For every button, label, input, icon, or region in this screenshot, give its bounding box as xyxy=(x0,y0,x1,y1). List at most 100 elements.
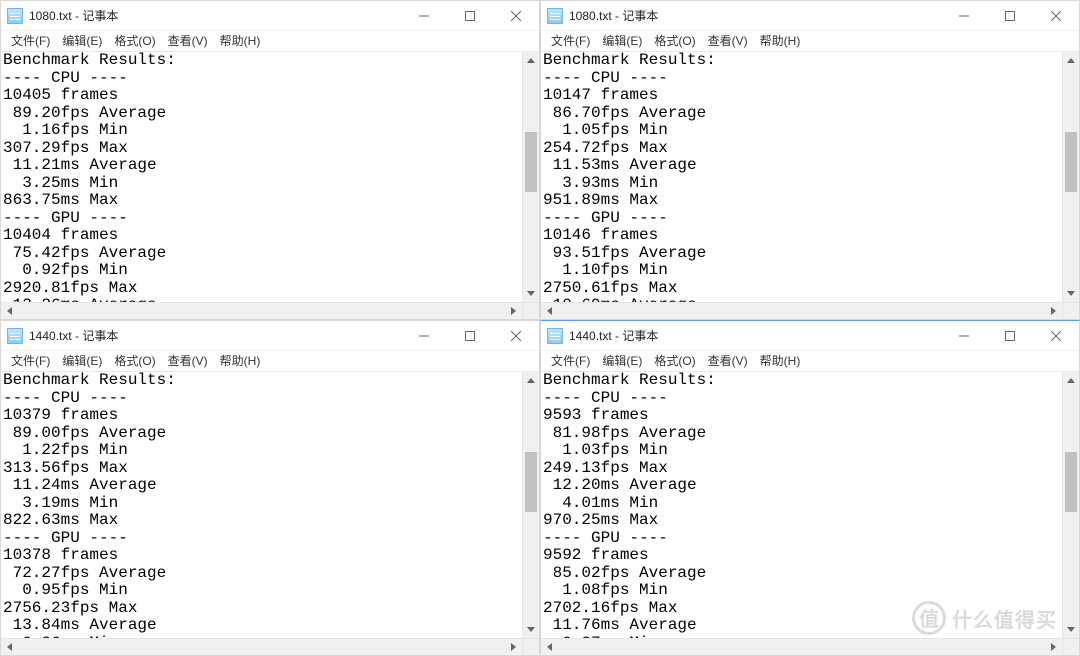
horizontal-scrollbar[interactable] xyxy=(541,302,1079,319)
scroll-up-button[interactable] xyxy=(523,372,539,389)
menu-help[interactable]: 帮助(H) xyxy=(214,351,267,372)
content-area: Benchmark Results: ---- CPU ---- 10147 f… xyxy=(541,52,1079,302)
scroll-left-button[interactable] xyxy=(1,303,18,320)
text-content[interactable]: Benchmark Results: ---- CPU ---- 9593 fr… xyxy=(543,372,1060,638)
vertical-scrollbar[interactable] xyxy=(522,372,539,638)
horizontal-scrollbar[interactable] xyxy=(541,638,1079,655)
text-content[interactable]: Benchmark Results: ---- CPU ---- 10147 f… xyxy=(543,52,1060,302)
menu-format[interactable]: 格式(O) xyxy=(108,31,161,52)
minimize-button[interactable] xyxy=(941,321,987,351)
window-title: 1080.txt - 记事本 xyxy=(29,7,118,24)
minimize-button[interactable] xyxy=(941,1,987,31)
maximize-button[interactable] xyxy=(987,321,1033,351)
menu-view[interactable]: 查看(V) xyxy=(162,31,214,52)
scrollbar-corner xyxy=(1062,303,1079,320)
horizontal-scrollbar[interactable] xyxy=(1,302,539,319)
chevron-left-icon xyxy=(547,643,552,651)
scroll-right-button[interactable] xyxy=(1045,639,1062,656)
scroll-up-button[interactable] xyxy=(1063,372,1079,389)
text-editor[interactable]: Benchmark Results: ---- CPU ---- 10379 f… xyxy=(1,372,522,638)
scroll-left-button[interactable] xyxy=(541,303,558,320)
menu-view[interactable]: 查看(V) xyxy=(702,31,754,52)
scroll-right-button[interactable] xyxy=(505,303,522,320)
vertical-scrollbar[interactable] xyxy=(522,52,539,302)
close-button[interactable] xyxy=(1033,321,1079,351)
content-area: Benchmark Results: ---- CPU ---- 10405 f… xyxy=(1,52,539,302)
scroll-thumb[interactable] xyxy=(525,132,537,192)
scroll-down-button[interactable] xyxy=(1063,285,1079,302)
chevron-left-icon xyxy=(547,307,552,315)
menu-format[interactable]: 格式(O) xyxy=(648,31,701,52)
titlebar[interactable]: 1080.txt - 记事本 xyxy=(541,1,1079,31)
scroll-thumb[interactable] xyxy=(1065,132,1077,192)
scroll-left-button[interactable] xyxy=(1,639,18,656)
text-content[interactable]: Benchmark Results: ---- CPU ---- 10405 f… xyxy=(3,52,520,302)
scrollbar-corner xyxy=(522,639,539,656)
chevron-up-icon xyxy=(527,58,535,63)
menu-help[interactable]: 帮助(H) xyxy=(754,351,807,372)
scroll-left-button[interactable] xyxy=(541,639,558,656)
scroll-thumb[interactable] xyxy=(1065,452,1077,512)
maximize-button[interactable] xyxy=(987,1,1033,31)
window-title: 1440.txt - 记事本 xyxy=(569,327,658,344)
menu-file[interactable]: 文件(F) xyxy=(5,351,56,372)
scroll-thumb[interactable] xyxy=(525,452,537,512)
vertical-scrollbar[interactable] xyxy=(1062,52,1079,302)
menu-help[interactable]: 帮助(H) xyxy=(754,31,807,52)
close-button[interactable] xyxy=(493,1,539,31)
chevron-right-icon xyxy=(1051,643,1056,651)
menubar: 文件(F) 编辑(E) 格式(O) 查看(V) 帮助(H) xyxy=(541,31,1079,52)
text-content[interactable]: Benchmark Results: ---- CPU ---- 10379 f… xyxy=(3,372,520,638)
menu-view[interactable]: 查看(V) xyxy=(162,351,214,372)
menu-file[interactable]: 文件(F) xyxy=(5,31,56,52)
desktop-grid: 1080.txt - 记事本 文件(F) 编辑(E) 格式(O) 查看(V) 帮… xyxy=(0,0,1080,656)
chevron-down-icon xyxy=(527,291,535,296)
maximize-button[interactable] xyxy=(447,321,493,351)
notepad-window-tr: 1080.txt - 记事本 文件(F) 编辑(E) 格式(O) 查看(V) 帮… xyxy=(540,0,1080,320)
titlebar[interactable]: 1440.txt - 记事本 xyxy=(1,321,539,351)
chevron-down-icon xyxy=(1067,291,1075,296)
chevron-down-icon xyxy=(527,627,535,632)
notepad-window-tl: 1080.txt - 记事本 文件(F) 编辑(E) 格式(O) 查看(V) 帮… xyxy=(0,0,540,320)
chevron-right-icon xyxy=(511,307,516,315)
menu-format[interactable]: 格式(O) xyxy=(108,351,161,372)
scroll-up-button[interactable] xyxy=(1063,52,1079,69)
content-area: Benchmark Results: ---- CPU ---- 9593 fr… xyxy=(541,372,1079,638)
notepad-icon xyxy=(7,8,23,24)
chevron-left-icon xyxy=(7,307,12,315)
minimize-button[interactable] xyxy=(401,1,447,31)
scroll-down-button[interactable] xyxy=(523,285,539,302)
scroll-right-button[interactable] xyxy=(505,639,522,656)
menu-format[interactable]: 格式(O) xyxy=(648,351,701,372)
scroll-down-button[interactable] xyxy=(523,621,539,638)
chevron-up-icon xyxy=(527,378,535,383)
menu-file[interactable]: 文件(F) xyxy=(545,351,596,372)
chevron-down-icon xyxy=(1067,627,1075,632)
menu-edit[interactable]: 编辑(E) xyxy=(56,351,108,372)
scroll-right-button[interactable] xyxy=(1045,303,1062,320)
text-editor[interactable]: Benchmark Results: ---- CPU ---- 10147 f… xyxy=(541,52,1062,302)
close-button[interactable] xyxy=(493,321,539,351)
text-editor[interactable]: Benchmark Results: ---- CPU ---- 9593 fr… xyxy=(541,372,1062,638)
menubar: 文件(F) 编辑(E) 格式(O) 查看(V) 帮助(H) xyxy=(1,351,539,372)
close-button[interactable] xyxy=(1033,1,1079,31)
titlebar[interactable]: 1440.txt - 记事本 xyxy=(541,321,1079,351)
titlebar[interactable]: 1080.txt - 记事本 xyxy=(1,1,539,31)
window-title: 1080.txt - 记事本 xyxy=(569,7,658,24)
scroll-up-button[interactable] xyxy=(523,52,539,69)
vertical-scrollbar[interactable] xyxy=(1062,372,1079,638)
minimize-button[interactable] xyxy=(401,321,447,351)
horizontal-scrollbar[interactable] xyxy=(1,638,539,655)
menu-help[interactable]: 帮助(H) xyxy=(214,31,267,52)
menu-edit[interactable]: 编辑(E) xyxy=(596,351,648,372)
text-editor[interactable]: Benchmark Results: ---- CPU ---- 10405 f… xyxy=(1,52,522,302)
menu-view[interactable]: 查看(V) xyxy=(702,351,754,372)
menu-edit[interactable]: 编辑(E) xyxy=(56,31,108,52)
scrollbar-corner xyxy=(522,303,539,320)
window-title: 1440.txt - 记事本 xyxy=(29,327,118,344)
maximize-button[interactable] xyxy=(447,1,493,31)
menu-file[interactable]: 文件(F) xyxy=(545,31,596,52)
menubar: 文件(F) 编辑(E) 格式(O) 查看(V) 帮助(H) xyxy=(1,31,539,52)
scroll-down-button[interactable] xyxy=(1063,621,1079,638)
menu-edit[interactable]: 编辑(E) xyxy=(596,31,648,52)
